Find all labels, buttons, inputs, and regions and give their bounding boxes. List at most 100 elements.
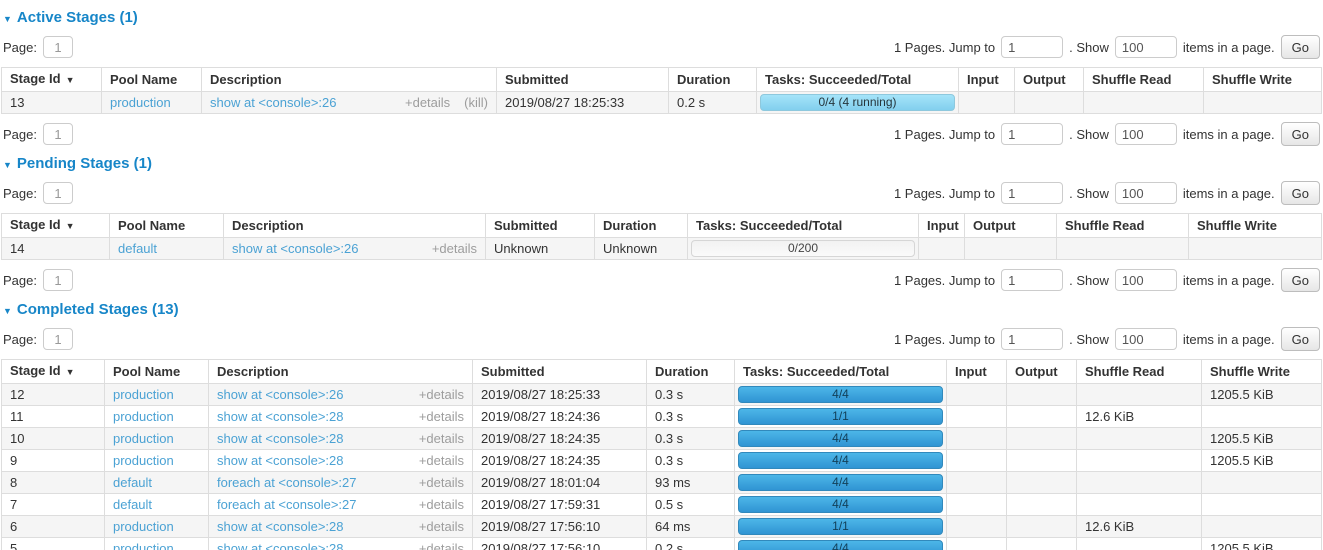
column-header-shuffle_write[interactable]: Shuffle Write [1204, 68, 1322, 92]
section-header-pending[interactable]: ▼Pending Stages (1) [3, 155, 152, 172]
description-flex: foreach at <console>:27 +details [217, 475, 464, 490]
column-header-duration[interactable]: Duration [647, 360, 735, 384]
column-header-input[interactable]: Input [919, 214, 965, 238]
stage-description-link[interactable]: show at <console>:28 [217, 453, 343, 468]
page-number-input[interactable] [43, 269, 73, 291]
column-header-pool[interactable]: Pool Name [105, 360, 209, 384]
pool-name-link[interactable]: production [113, 387, 174, 402]
column-header-output[interactable]: Output [1007, 360, 1077, 384]
show-items-input[interactable] [1115, 269, 1177, 291]
go-button[interactable]: Go [1281, 122, 1320, 146]
details-toggle[interactable]: +details [419, 541, 464, 550]
column-header-tasks[interactable]: Tasks: Succeeded/Total [688, 214, 919, 238]
pool-name-link[interactable]: production [113, 519, 174, 534]
column-header-shuffle_write[interactable]: Shuffle Write [1189, 214, 1322, 238]
column-header-duration[interactable]: Duration [595, 214, 688, 238]
pool-name-link[interactable]: default [113, 475, 152, 490]
description-actions: +details [419, 475, 464, 490]
pool-name-link[interactable]: production [113, 541, 174, 550]
stage-description-link[interactable]: show at <console>:26 [232, 241, 358, 256]
column-header-shuffle_read[interactable]: Shuffle Read [1057, 214, 1189, 238]
page-number-input[interactable] [43, 328, 73, 350]
jump-to-input[interactable] [1001, 36, 1063, 58]
column-header-description[interactable]: Description [202, 68, 497, 92]
details-toggle[interactable]: +details [432, 241, 477, 256]
column-header-label: Submitted [481, 364, 545, 379]
column-header-submitted[interactable]: Submitted [486, 214, 595, 238]
pool-name-link[interactable]: production [110, 95, 171, 110]
details-toggle[interactable]: +details [419, 387, 464, 402]
stage-description-link[interactable]: foreach at <console>:27 [217, 497, 357, 512]
description-actions: +details [419, 541, 464, 550]
go-button[interactable]: Go [1281, 268, 1320, 292]
column-header-tasks[interactable]: Tasks: Succeeded/Total [757, 68, 959, 92]
kill-link[interactable]: (kill) [464, 95, 488, 110]
go-button[interactable]: Go [1281, 327, 1320, 351]
stage-description-link[interactable]: show at <console>:28 [217, 519, 343, 534]
section-header-completed[interactable]: ▼Completed Stages (13) [3, 301, 179, 318]
column-header-description[interactable]: Description [224, 214, 486, 238]
show-items-input[interactable] [1115, 182, 1177, 204]
column-header-shuffle_read[interactable]: Shuffle Read [1077, 360, 1202, 384]
details-toggle[interactable]: +details [419, 409, 464, 424]
stage-description-link[interactable]: show at <console>:26 [217, 387, 343, 402]
details-toggle[interactable]: +details [419, 497, 464, 512]
column-header-stage_id[interactable]: Stage Id▼ [2, 360, 105, 384]
page-number-input[interactable] [43, 36, 73, 58]
column-header-description[interactable]: Description [209, 360, 473, 384]
stage-description-link[interactable]: show at <console>:28 [217, 431, 343, 446]
page-number-input[interactable] [43, 123, 73, 145]
stages-section-completed: ▼Completed Stages (13)Page:1 Pages. Jump… [1, 301, 1322, 550]
sort-desc-icon: ▼ [66, 221, 75, 231]
column-header-shuffle_read[interactable]: Shuffle Read [1084, 68, 1204, 92]
show-items-input[interactable] [1115, 328, 1177, 350]
details-toggle[interactable]: +details [419, 519, 464, 534]
stage-row: 13productionshow at <console>:26+details… [2, 92, 1322, 114]
column-header-stage_id[interactable]: Stage Id▼ [2, 214, 110, 238]
column-header-pool[interactable]: Pool Name [110, 214, 224, 238]
column-header-shuffle_write[interactable]: Shuffle Write [1202, 360, 1322, 384]
column-header-tasks[interactable]: Tasks: Succeeded/Total [735, 360, 947, 384]
stage-description-link[interactable]: show at <console>:28 [217, 541, 343, 550]
section-header-active[interactable]: ▼Active Stages (1) [3, 9, 138, 26]
column-header-output[interactable]: Output [1015, 68, 1084, 92]
stage-description-link[interactable]: show at <console>:28 [217, 409, 343, 424]
column-header-input[interactable]: Input [947, 360, 1007, 384]
show-items-input[interactable] [1115, 123, 1177, 145]
show-items-input[interactable] [1115, 36, 1177, 58]
tasks-progress-bar: 1/1 [738, 408, 943, 425]
pool-name-link[interactable]: default [113, 497, 152, 512]
pool-name-cell: default [110, 238, 224, 260]
details-toggle[interactable]: +details [405, 95, 450, 110]
go-button[interactable]: Go [1281, 35, 1320, 59]
page-number-input[interactable] [43, 182, 73, 204]
details-toggle[interactable]: +details [419, 475, 464, 490]
column-header-pool[interactable]: Pool Name [102, 68, 202, 92]
shuffle-read-cell [1084, 92, 1204, 114]
column-header-label: Stage Id [10, 363, 61, 378]
jump-to-input[interactable] [1001, 182, 1063, 204]
pool-name-link[interactable]: default [118, 241, 157, 256]
stage-description-link[interactable]: show at <console>:26 [210, 95, 336, 110]
column-header-input[interactable]: Input [959, 68, 1015, 92]
jump-to-input[interactable] [1001, 123, 1063, 145]
column-header-duration[interactable]: Duration [669, 68, 757, 92]
details-toggle[interactable]: +details [419, 453, 464, 468]
tasks-cell: 4/4 [735, 384, 947, 406]
details-toggle[interactable]: +details [419, 431, 464, 446]
column-header-submitted[interactable]: Submitted [473, 360, 647, 384]
stage-row: 12productionshow at <console>:26+details… [2, 384, 1322, 406]
stages-section-active: ▼Active Stages (1)Page:1 Pages. Jump to.… [1, 9, 1322, 146]
column-header-output[interactable]: Output [965, 214, 1057, 238]
pool-name-link[interactable]: production [113, 431, 174, 446]
go-button[interactable]: Go [1281, 181, 1320, 205]
shuffle-read-cell [1057, 238, 1189, 260]
stage-description-link[interactable]: foreach at <console>:27 [217, 475, 357, 490]
duration-cell: 0.5 s [647, 494, 735, 516]
jump-to-input[interactable] [1001, 269, 1063, 291]
jump-to-input[interactable] [1001, 328, 1063, 350]
pool-name-link[interactable]: production [113, 409, 174, 424]
column-header-submitted[interactable]: Submitted [497, 68, 669, 92]
pool-name-link[interactable]: production [113, 453, 174, 468]
column-header-stage_id[interactable]: Stage Id▼ [2, 68, 102, 92]
